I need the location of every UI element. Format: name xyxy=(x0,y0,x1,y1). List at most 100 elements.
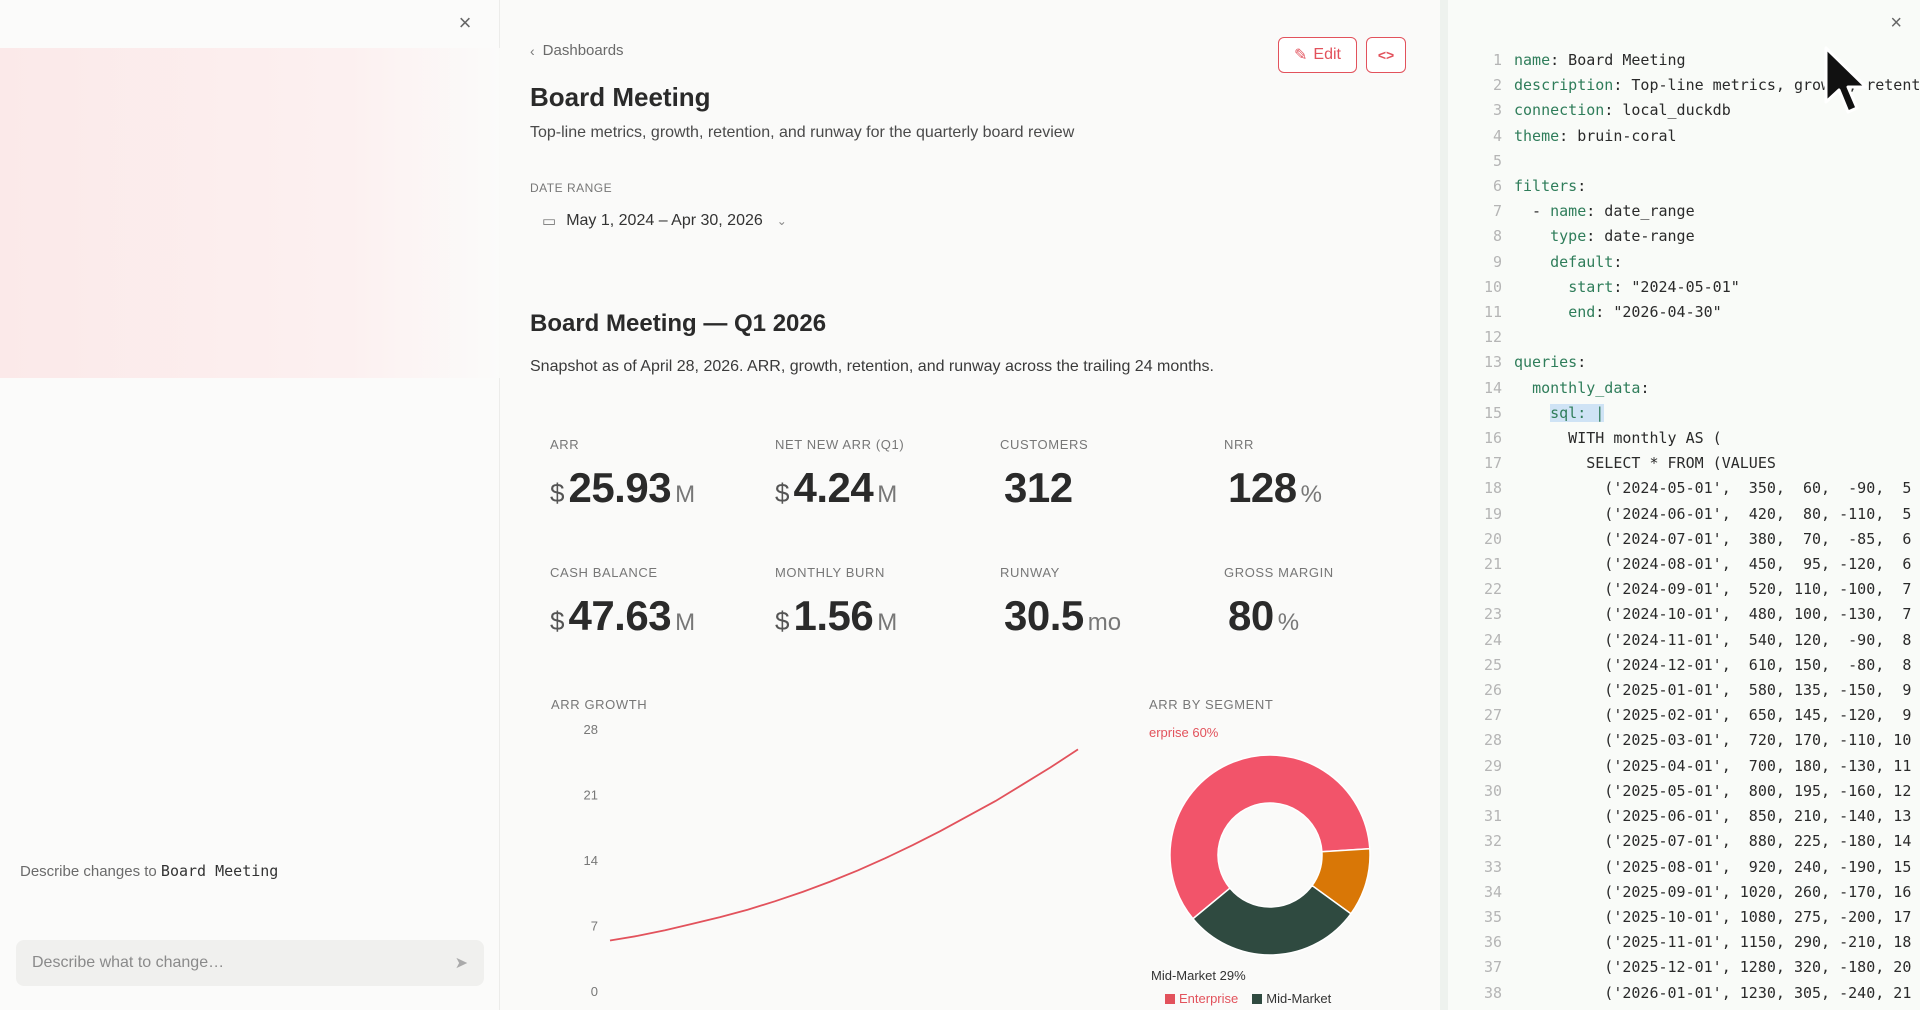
legend-enterprise[interactable]: Enterprise xyxy=(1165,991,1238,1006)
line-number: 17 xyxy=(1483,454,1502,473)
close-icon[interactable]: × xyxy=(1890,12,1902,35)
pencil-icon: ✎ xyxy=(1294,47,1308,64)
code-line: 5 xyxy=(1470,149,1920,174)
chevron-down-icon: ⌄ xyxy=(776,214,787,228)
yaml-text: : Board Meeting xyxy=(1550,51,1686,69)
yaml-editor[interactable]: 1 name: Board Meeting 2 description: Top-li… xyxy=(1470,48,1920,1006)
line-number: 14 xyxy=(1483,378,1502,397)
code-line: 36 ('2025-11-01', 1150, 290, -210, 18 xyxy=(1470,930,1920,955)
dashboard-main: ‹ Dashboards ✎ Edit <> Board Meeting Top… xyxy=(500,0,1440,1010)
yaml-text: ('2025-08-01', 920, 240, -190, 15 xyxy=(1514,857,1912,876)
kpi-value: 80 xyxy=(1228,592,1274,639)
kpi-suffix: % xyxy=(1277,609,1300,636)
page-description: Top-line metrics, growth, retention, and… xyxy=(530,124,1075,141)
yaml-text: WITH monthly AS ( xyxy=(1514,429,1722,448)
yaml-text: ('2025-02-01', 650, 145, -120, 9 xyxy=(1514,706,1912,725)
kpi-value: 30.5 xyxy=(1004,592,1084,639)
code-line: 23 ('2024-10-01', 480, 100, -130, 7 xyxy=(1470,602,1920,627)
yaml-text: SELECT * FROM (VALUES xyxy=(1514,454,1776,473)
kpi-prefix: $ xyxy=(775,606,790,636)
yaml-text xyxy=(1514,253,1550,271)
yaml-key: default xyxy=(1550,252,1614,271)
chat-input[interactable]: Describe what to change… ➤ xyxy=(16,940,484,986)
code-line: 27 ('2025-02-01', 650, 145, -120, 9 xyxy=(1470,703,1920,728)
legend-swatch xyxy=(1165,994,1175,1004)
kpi-value: 312 xyxy=(1004,464,1073,511)
code-line: 28 ('2025-03-01', 720, 170, -110, 10 xyxy=(1470,728,1920,753)
y-tick-label: 7 xyxy=(591,919,598,934)
line-number: 1 xyxy=(1492,51,1502,69)
yaml-text: ('2025-01-01', 580, 135, -150, 9 xyxy=(1514,681,1912,700)
breadcrumb-dashboards[interactable]: Dashboards xyxy=(543,42,624,59)
chat-hint: Describe changes to Board Meeting xyxy=(20,862,278,880)
kpi-suffix: M xyxy=(675,481,696,508)
code-line: 14 monthly_data: xyxy=(1470,376,1920,401)
segment-legend: Enterprise Mid-Market xyxy=(1165,991,1331,1006)
code-button[interactable]: <> xyxy=(1366,37,1406,73)
line-number: 28 xyxy=(1483,731,1502,750)
line-number: 36 xyxy=(1483,933,1502,952)
line-number: 34 xyxy=(1483,882,1502,901)
legend-enterprise-label: Enterprise xyxy=(1179,991,1239,1006)
chat-hint-target: Board Meeting xyxy=(160,862,279,880)
yaml-text: ('2024-08-01', 450, 95, -120, 6 xyxy=(1514,555,1912,574)
code-line: 21 ('2024-08-01', 450, 95, -120, 6 xyxy=(1470,552,1920,577)
yaml-text: ('2025-12-01', 1280, 320, -180, 20 xyxy=(1514,958,1912,977)
kpi-value: 47.63 xyxy=(568,592,672,639)
line-number: 18 xyxy=(1483,479,1502,498)
yaml-text: ('2024-11-01', 540, 120, -90, 8 xyxy=(1514,630,1912,649)
date-range-value: May 1, 2024 – Apr 30, 2026 xyxy=(566,212,763,229)
code-line: 8 type: date-range xyxy=(1470,224,1920,249)
kpi-label: MONTHLY BURN xyxy=(775,565,886,580)
kpi-suffix: M xyxy=(877,609,898,636)
line-number: 7 xyxy=(1492,202,1502,221)
yaml-text: ('2026-01-01', 1230, 305, -240, 21 xyxy=(1514,983,1912,1002)
yaml-key: name xyxy=(1514,51,1551,69)
code-line: 15 sql: | xyxy=(1470,401,1920,426)
yaml-text: ('2025-10-01', 1080, 275, -200, 17 xyxy=(1514,907,1912,926)
yaml-text: : xyxy=(1577,177,1587,196)
line-number: 19 xyxy=(1483,504,1502,523)
code-panel: × 1 name: Board Meeting 2 description: Top-… xyxy=(1440,0,1920,1010)
yaml-text: ('2025-06-01', 850, 210, -140, 13 xyxy=(1514,807,1912,826)
kpi-label: GROSS MARGIN xyxy=(1224,565,1334,580)
kpi-runway: RUNWAY 30.5 mo xyxy=(1000,565,1200,640)
legend-midmarket[interactable]: Mid-Market xyxy=(1252,991,1331,1006)
yaml-text: ('2024-10-01', 480, 100, -130, 7 xyxy=(1514,605,1912,624)
arr-growth-label: ARR GROWTH xyxy=(551,697,648,712)
yaml-text: : xyxy=(1640,378,1650,397)
kpi-customers: CUSTOMERS 312 xyxy=(1000,437,1200,512)
code-line: 25 ('2024-12-01', 610, 150, -80, 8 xyxy=(1470,653,1920,678)
close-icon[interactable]: × xyxy=(454,12,476,34)
yaml-key: theme xyxy=(1514,126,1560,145)
date-range-picker[interactable]: ▭ May 1, 2024 – Apr 30, 2026 ⌄ xyxy=(530,204,820,238)
yaml-text xyxy=(1514,278,1568,296)
selected-code: sql: | xyxy=(1550,403,1605,422)
code-line: 35 ('2025-10-01', 1080, 275, -200, 17 xyxy=(1470,905,1920,930)
yaml-text: : local_duckdb xyxy=(1604,101,1731,120)
edit-button[interactable]: ✎ Edit xyxy=(1278,37,1357,73)
edit-label: Edit xyxy=(1313,46,1341,63)
send-icon[interactable]: ➤ xyxy=(455,953,468,973)
code-line: 13 queries: xyxy=(1470,350,1920,375)
kpi-value: 4.24 xyxy=(793,464,874,511)
yaml-text xyxy=(1514,303,1568,321)
chevron-left-icon: ‹ xyxy=(530,42,535,59)
yaml-key: connection xyxy=(1514,101,1605,120)
yaml-text: ('2024-09-01', 520, 110, -100, 7 xyxy=(1514,580,1912,599)
yaml-key: start xyxy=(1568,277,1614,296)
code-line: 7 - name: date_range xyxy=(1470,199,1920,224)
yaml-text xyxy=(1514,379,1532,397)
line-number: 27 xyxy=(1483,706,1502,725)
line-number: 3 xyxy=(1492,101,1502,120)
line-number: 4 xyxy=(1492,126,1502,145)
kpi-label: CUSTOMERS xyxy=(1000,437,1089,452)
line-number: 9 xyxy=(1492,252,1502,271)
kpi-value: 128 xyxy=(1228,464,1297,511)
code-line: 30 ('2025-05-01', 800, 195, -160, 12 xyxy=(1470,779,1920,804)
breadcrumb[interactable]: ‹ Dashboards xyxy=(530,42,624,59)
chat-input-placeholder[interactable]: Describe what to change… xyxy=(32,954,224,972)
yaml-text: ('2025-05-01', 800, 195, -160, 12 xyxy=(1514,781,1912,800)
kpi-cash-balance: CASH BALANCE $47.63 M xyxy=(550,565,750,640)
yaml-key: filters xyxy=(1514,177,1578,196)
